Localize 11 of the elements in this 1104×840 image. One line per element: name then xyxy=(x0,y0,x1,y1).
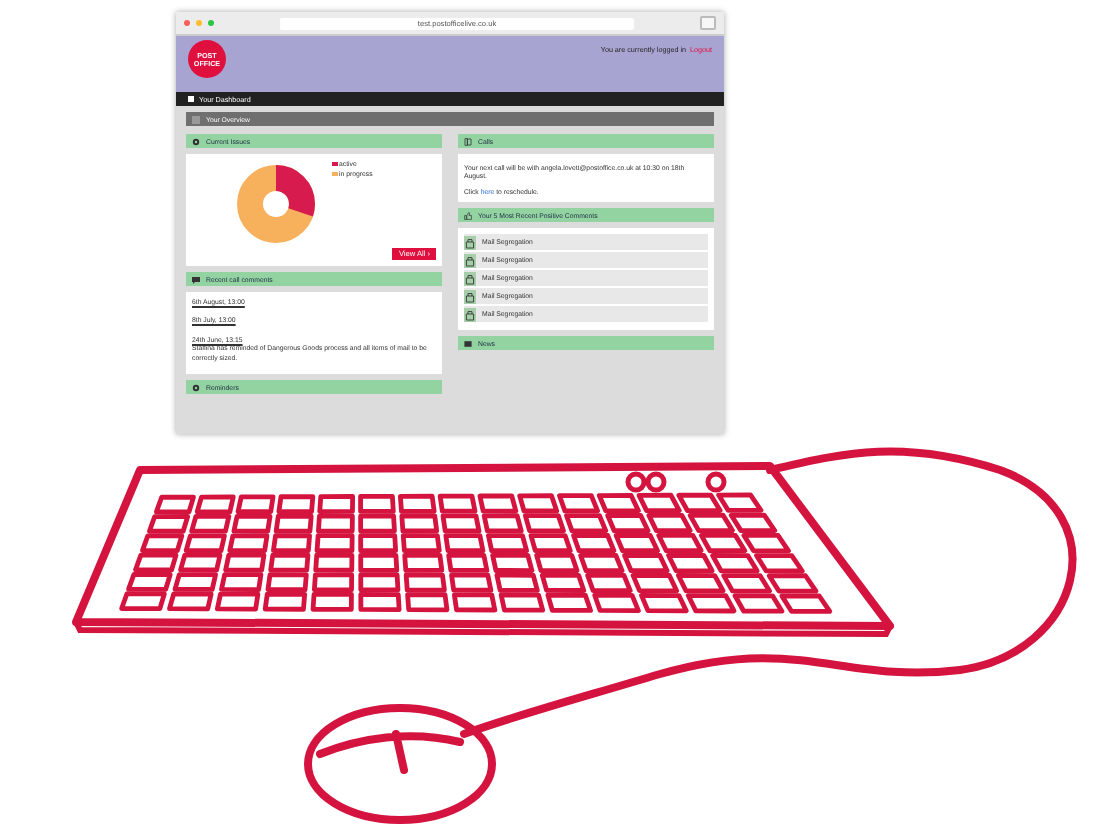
bag-icon xyxy=(464,289,476,304)
bag-icon xyxy=(464,253,476,268)
bag-icon xyxy=(464,307,476,322)
donut-chart xyxy=(232,160,320,248)
thumbs-up-icon xyxy=(464,211,472,220)
phone-icon xyxy=(464,137,472,145)
speech-bubble-icon xyxy=(192,275,200,283)
bag-icon xyxy=(464,235,476,250)
bag-icon xyxy=(464,271,476,286)
newspaper-icon xyxy=(464,339,472,348)
dashboard-icon xyxy=(188,96,193,102)
